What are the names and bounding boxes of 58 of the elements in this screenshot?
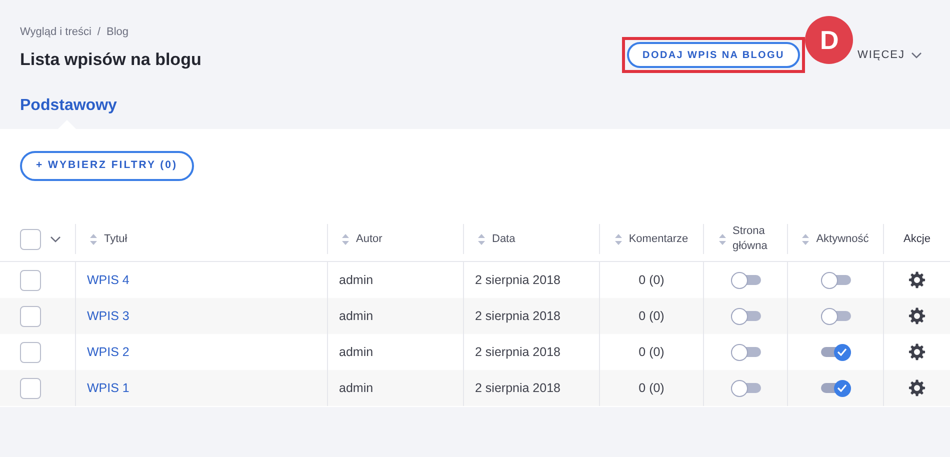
sort-icon[interactable] (90, 234, 97, 244)
breadcrumb-link[interactable]: Blog (106, 24, 129, 40)
column-header[interactable]: Aktywność (816, 232, 869, 246)
chevron-down-icon[interactable] (50, 236, 61, 242)
table-cell-text: admin (339, 344, 374, 361)
column-header: Akcje (904, 232, 930, 246)
toggle-switch[interactable] (820, 380, 850, 396)
column-header[interactable]: Tytuł (104, 232, 128, 246)
sort-icon[interactable] (614, 234, 622, 244)
toggle-switch[interactable] (730, 308, 760, 324)
settings-icon[interactable] (908, 307, 926, 325)
add-post-button[interactable]: DODAJ WPIS NA BLOGU (626, 42, 800, 68)
column-header[interactable]: Data (492, 232, 516, 246)
more-button[interactable]: WIĘCEJ (857, 46, 922, 64)
breadcrumb-separator: / (97, 25, 100, 40)
toggle-switch[interactable] (730, 272, 760, 288)
column-header[interactable]: Strona główna (732, 224, 772, 254)
column-header[interactable]: Autor (356, 232, 382, 246)
table-cell-text: admin (339, 380, 374, 397)
toggle-switch[interactable] (730, 380, 760, 396)
table-cell-text: 0 (0) (638, 272, 664, 289)
table-cell-text: 2 sierpnia 2018 (475, 380, 560, 397)
table-cell-text: admin (339, 308, 374, 325)
toggle-switch[interactable] (820, 308, 850, 324)
checkbox[interactable] (20, 228, 41, 250)
post-title-link[interactable]: WPIS 1 (87, 378, 130, 398)
table-cell-text: 2 sierpnia 2018 (475, 272, 560, 289)
checkbox[interactable] (20, 342, 41, 362)
settings-icon[interactable] (908, 379, 926, 397)
page-title: Lista wpisów na blogu (20, 48, 202, 71)
toggle-switch[interactable] (730, 344, 760, 360)
checkbox[interactable] (20, 270, 41, 290)
checkbox[interactable] (20, 306, 41, 326)
sort-icon[interactable] (342, 234, 349, 244)
annotation-badge: D (805, 16, 854, 64)
checkmark-icon (837, 348, 847, 356)
checkmark-icon (837, 384, 847, 392)
settings-icon[interactable] (908, 271, 926, 289)
table-cell-text: admin (339, 272, 374, 289)
sort-icon[interactable] (478, 234, 485, 244)
post-title-link[interactable]: WPIS 4 (87, 270, 130, 290)
toggle-switch[interactable] (820, 344, 850, 360)
toggle-switch[interactable] (820, 272, 850, 288)
settings-icon[interactable] (908, 343, 926, 361)
table-cell-text: 2 sierpnia 2018 (475, 344, 560, 361)
filter-button[interactable]: + WYBIERZ FILTRY (0) (20, 151, 194, 181)
table-cell-text: 0 (0) (638, 308, 664, 325)
table-cell-text: 0 (0) (638, 344, 664, 361)
column-header[interactable]: Komentarze (628, 232, 688, 246)
chevron-down-icon (911, 52, 922, 58)
sort-icon[interactable] (802, 234, 810, 244)
breadcrumb-link[interactable]: Wygląd i treści (20, 24, 92, 40)
checkbox[interactable] (20, 378, 41, 398)
post-title-link[interactable]: WPIS 2 (87, 342, 130, 362)
table-cell-text: 2 sierpnia 2018 (475, 308, 560, 325)
sort-icon[interactable] (718, 234, 726, 244)
table-cell-text: 0 (0) (638, 380, 664, 397)
post-title-link[interactable]: WPIS 3 (87, 306, 130, 326)
